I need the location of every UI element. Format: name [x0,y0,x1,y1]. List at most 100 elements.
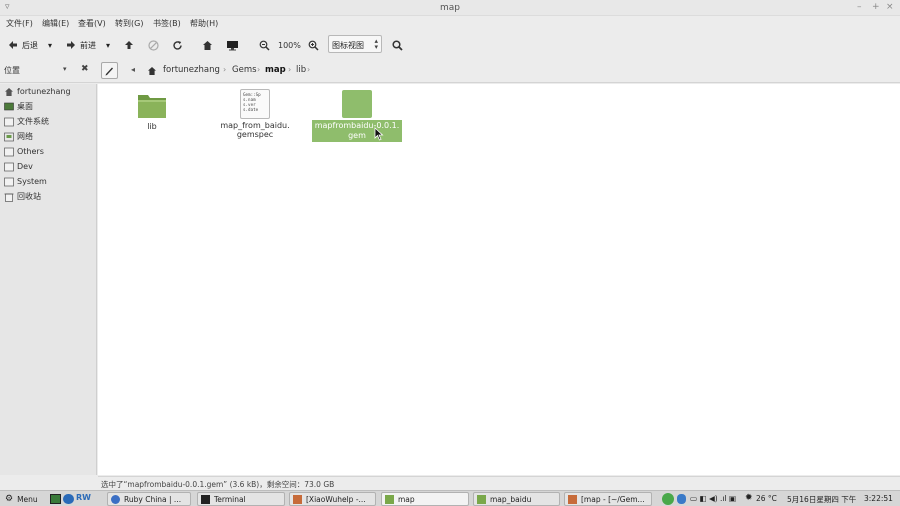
file-item-lib[interactable]: lib [134,92,170,131]
computer-button[interactable] [226,37,239,53]
stop-icon [148,39,159,51]
sidebar-item-system[interactable]: System [0,174,97,189]
task-label: map [398,494,415,504]
zoom-level: 100% [278,40,301,50]
view-mode-select[interactable]: 图标视图 ▴ ▾ [328,35,382,53]
menu-bar: 文件(F) 编辑(E) 查看(V) 转到(G) 书签(B) 帮助(H) [0,16,900,30]
menu-label: Menu [17,494,38,504]
chevron-down-icon[interactable]: ▾ [63,65,67,73]
crumb-scroll-left-icon[interactable]: ◂ [131,65,135,74]
sidebar-item-network[interactable]: 网络 [0,129,97,144]
monitor-icon [227,40,238,50]
menu-button[interactable]: ⚙ Menu [2,492,46,506]
sidebar-item-label: 网络 [17,132,33,141]
home-icon [5,87,13,96]
toolbar: 后退 ▾ 前进 ▾ 100% [0,32,900,58]
menu-edit[interactable]: 编辑(E) [42,18,69,29]
task-map-baidu[interactable]: map_baidu [473,492,560,506]
text-file-icon: Gem::Sp s.nam s.ver s.date [240,89,270,119]
edit-location-toggle[interactable] [101,62,118,79]
forward-button[interactable]: 前进 [66,37,96,53]
file-view: lib Gem::Sp s.nam s.ver s.date map_from_… [98,84,900,475]
menu-view[interactable]: 查看(V) [78,18,106,29]
maximize-icon[interactable]: + [872,2,880,12]
sidebar-item-trash[interactable]: 回收站 [0,189,97,204]
taskbar: ⚙ Menu RW Ruby China | ... Terminal [Xia… [0,490,900,506]
task-map-gem[interactable]: [map - [~/Gem... [564,492,652,506]
sidebar-item-home[interactable]: fortunezhang [0,84,97,99]
crumb-map[interactable]: map [265,65,286,75]
chevron-down-icon: ▾ [48,40,53,50]
location-combo[interactable]: 位置 [4,65,20,76]
zoom-out-button[interactable] [259,37,270,53]
file-name-line1: mapfrombaidu-0.0.1. [314,121,400,130]
sidebar-item-label: Dev [17,162,33,171]
show-desktop-icon[interactable] [50,494,61,504]
network-icon [4,132,14,141]
terminal-icon [201,494,210,504]
minimize-icon[interactable]: – [857,2,862,12]
task-map[interactable]: map [381,492,469,506]
sidebar-item-label: fortunezhang [17,87,71,96]
weather-icon: ✹ [745,493,753,503]
task-ruby-china[interactable]: Ruby China | ... [107,492,191,506]
stop-button[interactable] [148,37,159,53]
file-name-line1: map_from_baidu. [220,121,290,130]
update-check-icon[interactable] [662,493,674,505]
task-xiaowuhelp[interactable]: [XiaoWuhelp -... [289,492,376,506]
task-terminal[interactable]: Terminal [197,492,285,506]
spin-arrows-icon: ▴ ▾ [374,37,378,51]
crumb-separator: › [257,65,261,74]
gear-icon: ⚙ [5,494,14,504]
clock-time[interactable]: 3:22:51 [864,494,893,503]
selected-file-label[interactable]: mapfrombaidu-0.0.1. gem [312,120,402,142]
home-button[interactable] [202,37,213,53]
browser-launcher-icon[interactable] [63,494,74,504]
sidebar-item-label: 回收站 [17,192,41,201]
sidebar-item-others[interactable]: Others [0,144,97,159]
sidebar-item-label: Others [17,147,44,156]
mouse-cursor-icon [374,127,384,141]
status-bar: 选中了“mapfrombaidu-0.0.1.gem” (3.6 kB)，剩余空… [98,476,900,490]
reload-button[interactable] [172,37,183,53]
crumb-lib[interactable]: lib [296,65,306,75]
task-label: [XiaoWuhelp -... [306,494,366,504]
menu-go[interactable]: 转到(G) [115,18,143,29]
zoom-in-button[interactable] [308,37,319,53]
up-arrow-icon [125,41,133,49]
folder-icon [138,95,166,118]
sidebar-item-filesystem[interactable]: 文件系统 [0,114,97,129]
sidebar-item-dev[interactable]: Dev [0,159,97,174]
back-history-dropdown[interactable]: ▾ [48,37,52,53]
crumb-gems[interactable]: Gems [232,65,257,75]
task-label: map_baidu [490,494,532,504]
tray-icons[interactable]: ▭ ◧ ◀) .ıl ▣ [690,494,736,503]
app-launcher-icon[interactable]: RW [76,493,91,502]
folder-icon [477,494,486,504]
forward-history-dropdown[interactable]: ▾ [106,37,110,53]
file-item-gem[interactable] [312,90,402,118]
info-icon[interactable] [677,494,686,504]
file-item-gemspec[interactable]: Gem::Sp s.nam s.ver s.date map_from_baid… [210,89,300,139]
home-icon[interactable] [147,66,157,76]
clock-date[interactable]: 5月16日星期四 下午 [787,494,856,505]
up-button[interactable] [124,37,134,53]
search-button[interactable] [392,37,403,53]
forward-label: 前进 [80,40,96,50]
back-button[interactable]: 后退 [8,37,38,53]
sidebar-item-desktop[interactable]: 桌面 [0,99,97,114]
close-icon[interactable]: × [886,2,894,12]
menu-file[interactable]: 文件(F) [6,18,33,29]
desktop-icon [4,102,14,110]
home-icon [203,40,212,50]
file-name: lib [147,122,157,131]
menu-bookmarks[interactable]: 书签(B) [153,18,181,29]
browser-icon [111,494,120,504]
view-mode-value: 图标视图 [332,41,364,50]
temperature[interactable]: 26 °C [756,494,777,503]
forward-arrow-icon [67,41,75,49]
drive-icon [4,162,14,171]
menu-help[interactable]: 帮助(H) [190,18,218,29]
close-pane-icon[interactable]: ✖ [81,64,89,74]
crumb-fortunezhang[interactable]: fortunezhang [163,65,220,75]
